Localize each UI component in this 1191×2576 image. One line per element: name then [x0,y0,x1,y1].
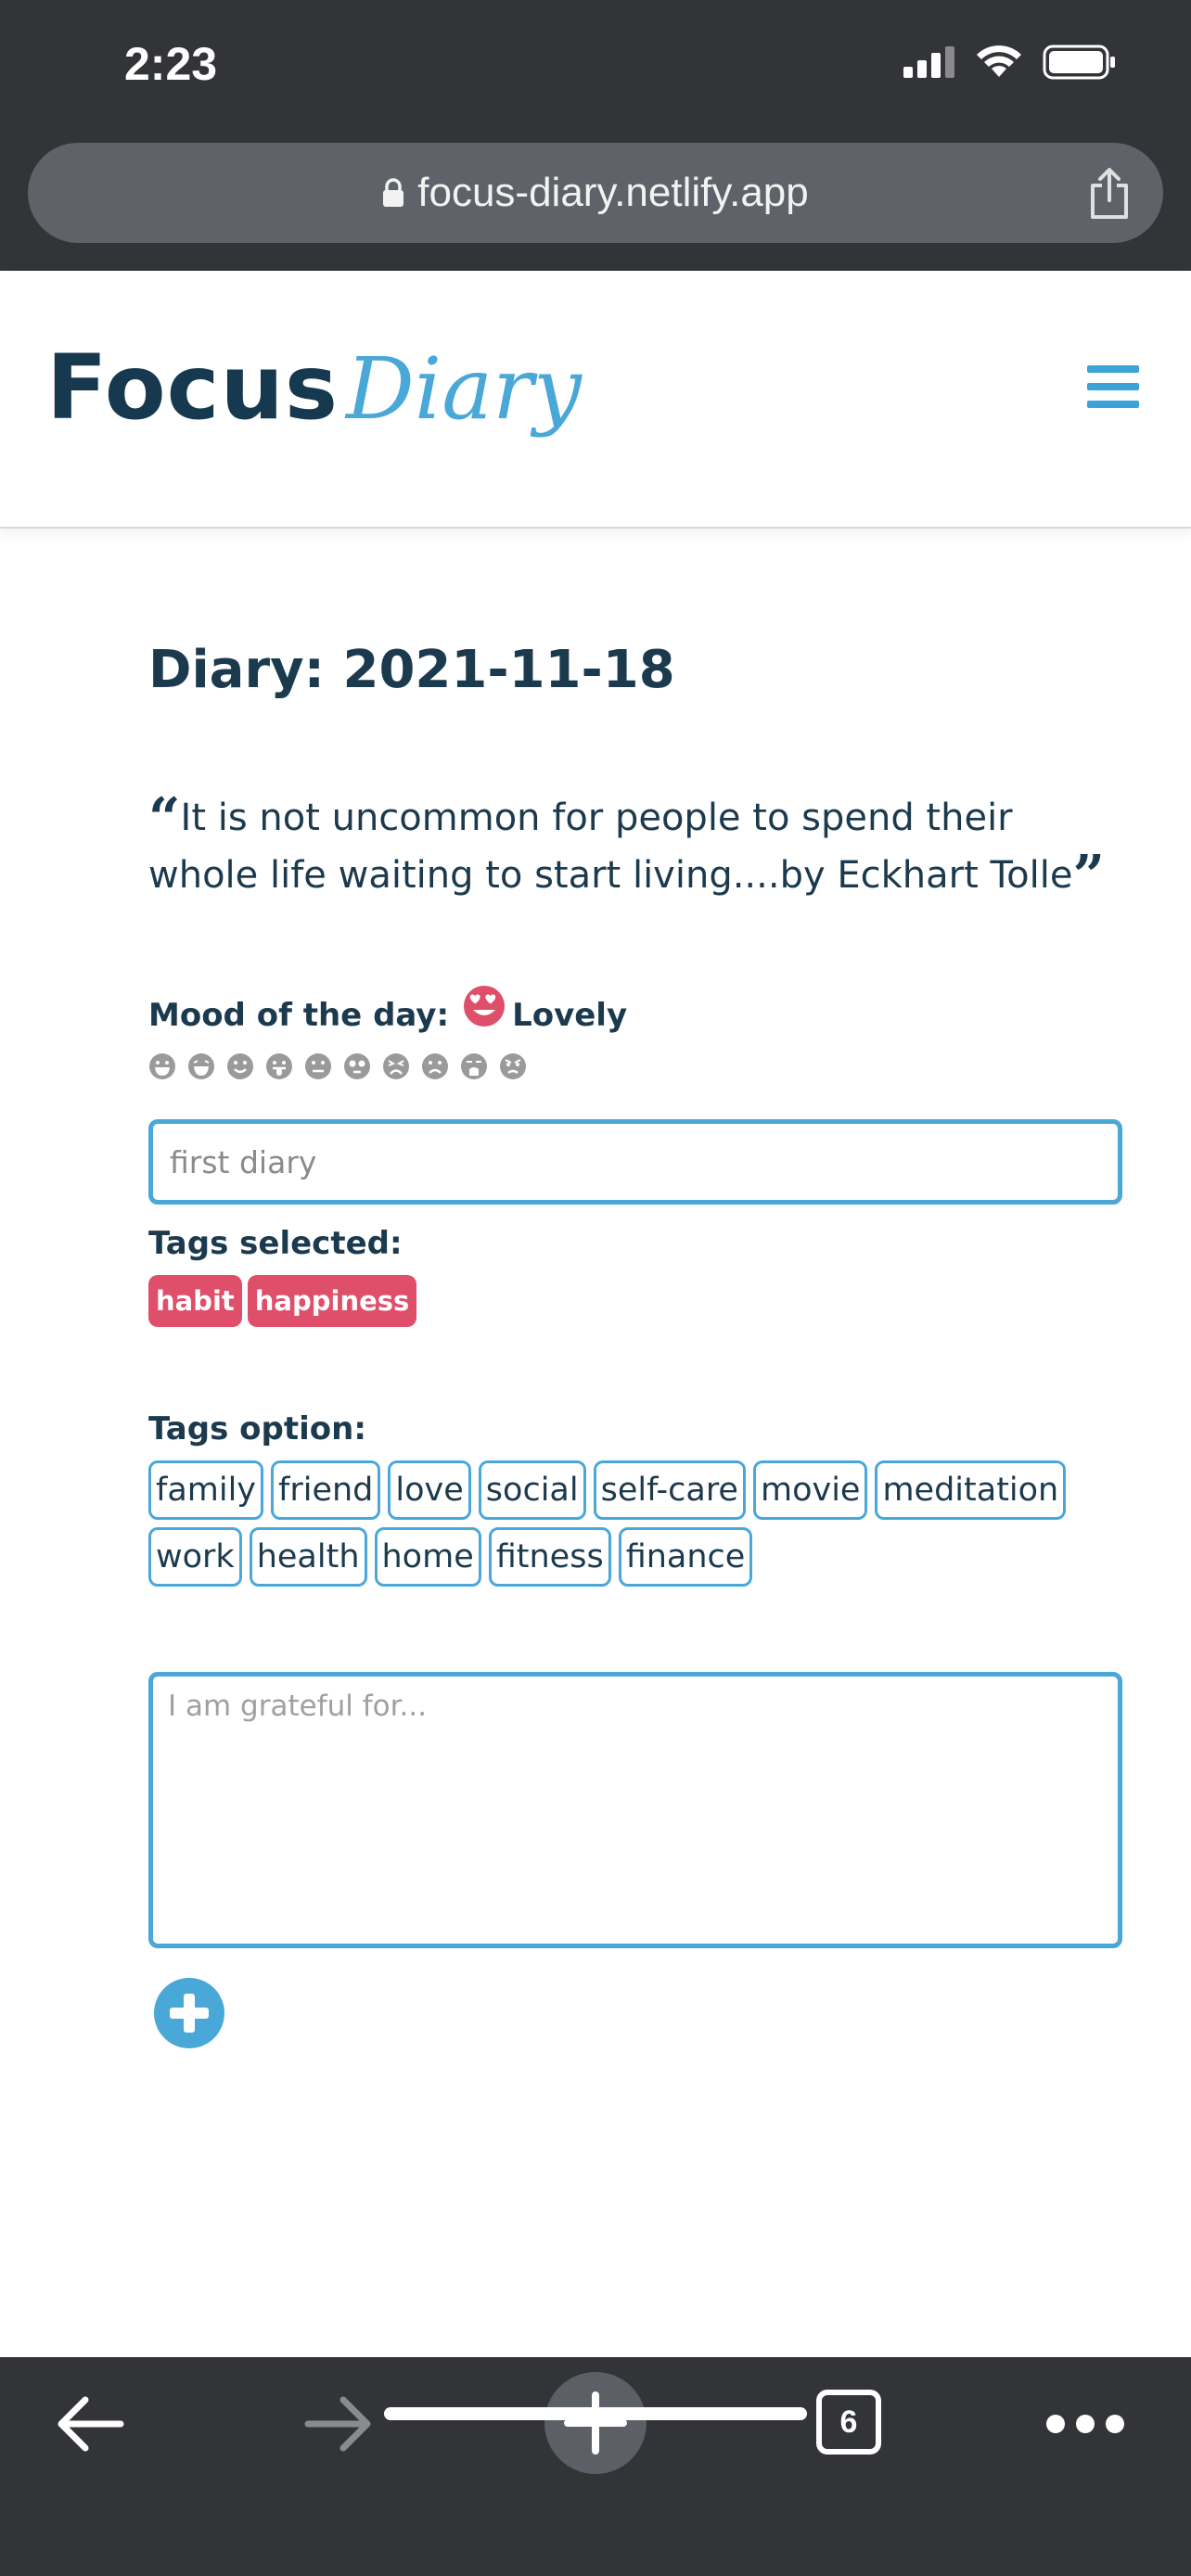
diary-form: Diary: 2021-11-18 “It is not uncommon fo… [148,640,1122,2048]
tag-option[interactable]: fitness [488,1527,611,1587]
home-indicator [384,2407,807,2420]
browser-toolbar: 6 [0,2357,1191,2576]
site-logo[interactable]: Focus Diary [46,336,582,440]
new-tab-button[interactable] [544,2372,647,2474]
logo-focus-text: Focus [46,336,339,440]
status-bar: 2:23 [0,0,1191,137]
tag-option[interactable]: movie [752,1460,868,1520]
add-entry-button[interactable] [154,1978,224,2048]
tags-selected-label: Tags selected: [148,1225,403,1262]
tag-option[interactable]: home [374,1527,481,1587]
tag-option[interactable]: meditation [875,1460,1067,1520]
status-icons [903,45,1117,80]
plus-icon [564,2391,627,2455]
mood-label: Mood of the day: [148,997,450,1034]
smile-icon[interactable] [226,1052,254,1080]
lock-icon [383,178,404,207]
more-icon[interactable] [1046,2415,1124,2433]
selected-tag[interactable]: happiness [247,1275,417,1327]
menu-icon[interactable] [1087,365,1139,408]
tag-option[interactable]: finance [618,1527,753,1587]
site-header: Focus Diary [0,271,1191,529]
quote-open-icon: “ [148,786,181,851]
tongue-icon[interactable] [265,1052,293,1080]
selected-tag[interactable]: habit [148,1275,242,1327]
quote-text: It is not uncommon for people to spend t… [148,797,1073,897]
page-title: Diary: 2021-11-18 [148,640,675,700]
browser-url-area: focus-diary.netlify.app [0,137,1191,271]
quote-close-icon: ” [1072,844,1105,909]
status-time: 2:23 [124,38,218,90]
angry-icon[interactable] [499,1052,527,1080]
battery-icon [1043,45,1115,80]
tag-option[interactable]: family [148,1460,264,1520]
daily-quote: “It is not uncommon for people to spend … [148,789,1132,904]
tag-option[interactable]: work [148,1527,242,1587]
mood-value: Lovely [512,997,628,1034]
heart-eyes-icon [464,986,506,1027]
tag-option[interactable]: health [249,1527,367,1587]
sad-cry-icon[interactable] [460,1052,488,1080]
forward-arrow-icon[interactable] [302,2394,375,2454]
logo-diary-text: Diary [346,339,583,439]
mood-options [148,1052,1122,1080]
laugh-icon[interactable] [187,1052,215,1080]
diary-title-input[interactable] [148,1119,1122,1205]
surprise-icon[interactable] [343,1052,371,1080]
tags-options: family friend love social self-care movi… [148,1460,1132,1587]
url-bar[interactable]: focus-diary.netlify.app [28,143,1163,243]
url-text[interactable]: focus-diary.netlify.app [417,170,808,216]
tag-option[interactable]: love [388,1460,471,1520]
tag-option[interactable]: self-care [593,1460,746,1520]
back-arrow-icon[interactable] [54,2394,126,2454]
tags-selected: habit happiness [148,1275,1122,1327]
frown-icon[interactable] [421,1052,449,1080]
tags-option-label: Tags option: [148,1410,366,1447]
mood-display: Mood of the day: Lovely [148,986,1122,1034]
wifi-icon [977,45,1021,77]
grateful-textarea[interactable] [148,1672,1122,1948]
tag-option[interactable]: friend [271,1460,381,1520]
tabs-button[interactable]: 6 [816,2390,881,2455]
neutral-icon[interactable] [304,1052,332,1080]
tag-option[interactable]: social [478,1460,586,1520]
signal-icon [903,46,954,78]
share-icon[interactable] [1087,167,1132,221]
tired-icon[interactable] [382,1052,410,1080]
grin-icon[interactable] [148,1052,176,1080]
